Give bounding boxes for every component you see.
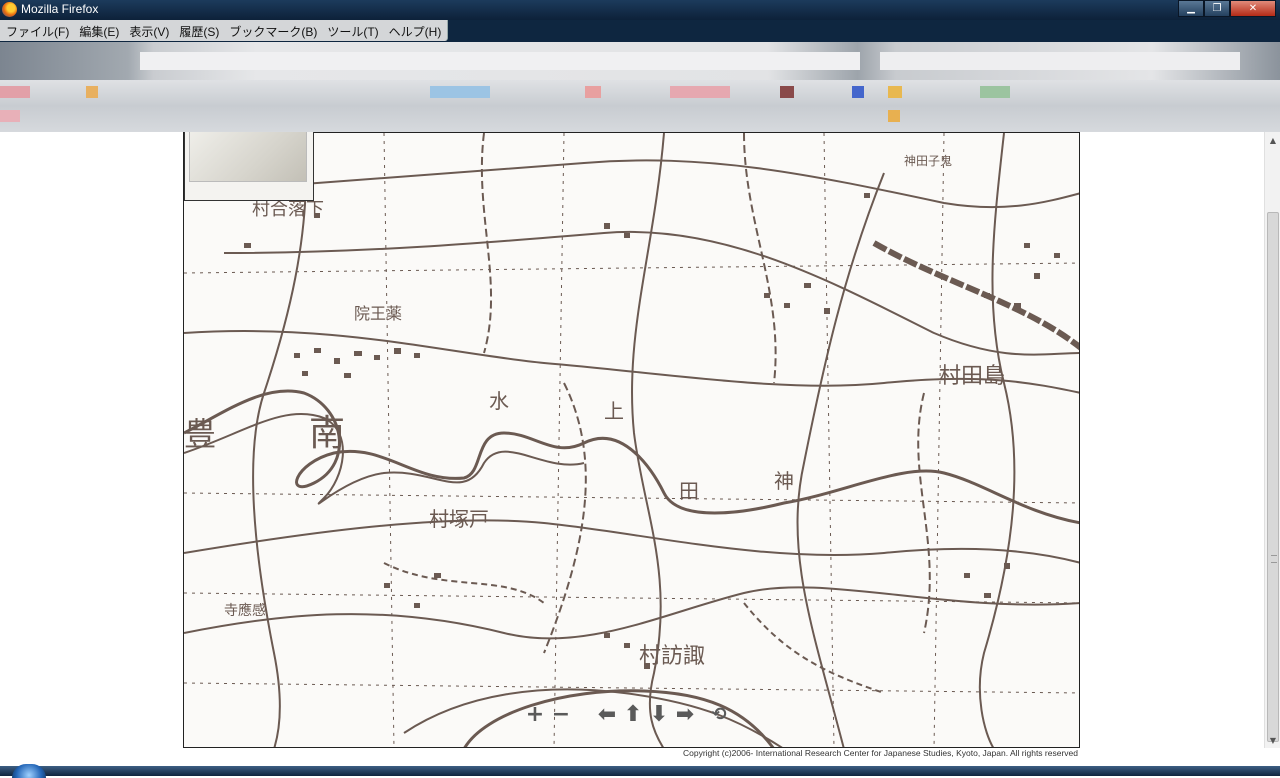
- bookmark-item[interactable]: [0, 86, 30, 98]
- zoom-in-button[interactable]: +: [524, 704, 546, 726]
- menu-tools[interactable]: ツール(T): [323, 20, 384, 41]
- window-title: Mozilla Firefox: [21, 2, 99, 16]
- restore-button[interactable]: ❐: [1204, 0, 1230, 17]
- bookmark-item[interactable]: [670, 86, 730, 98]
- menu-bar: ファイル(F) 編集(E) 表示(V) 履歴(S) ブックマーク(B) ツール(…: [0, 20, 1280, 42]
- map-label-kannoji: 寺應感: [224, 602, 266, 619]
- bookmark-item[interactable]: [86, 86, 98, 98]
- bookmark-item[interactable]: [888, 86, 902, 98]
- zoom-out-button[interactable]: −: [550, 704, 572, 726]
- bookmark-item[interactable]: [430, 86, 490, 98]
- navigation-toolbar: [0, 42, 1280, 80]
- copyright-notice: Copyright (c)2006- International Researc…: [683, 748, 1078, 758]
- pan-left-button[interactable]: ⬅: [596, 704, 618, 726]
- bookmark-item[interactable]: [852, 86, 864, 98]
- menu-history[interactable]: 履歴(S): [175, 20, 225, 41]
- scroll-up-arrow-icon[interactable]: ▲: [1265, 132, 1280, 148]
- pan-down-button[interactable]: ⬇: [648, 704, 670, 726]
- map-label-toyo: 豊: [184, 415, 216, 453]
- bookmark-item[interactable]: [0, 110, 20, 122]
- bookmark-item[interactable]: [585, 86, 601, 98]
- minimize-button[interactable]: ▁: [1178, 0, 1204, 17]
- map-label-kishimojin: 神田子鬼: [904, 153, 952, 168]
- bookmarks-toolbar: [0, 80, 1280, 132]
- map-viewer[interactable]: 村合落下 院王薬 村田島 南 豊 水 上 田 神 村塚戸 寺應感 村訪諏 神田子…: [183, 132, 1080, 748]
- address-bar[interactable]: [140, 52, 860, 70]
- window-controls: ▁ ❐ ✕: [1178, 0, 1276, 18]
- menu-edit[interactable]: 編集(E): [75, 20, 125, 41]
- overview-map[interactable]: [184, 132, 314, 201]
- menu-items: ファイル(F) 編集(E) 表示(V) 履歴(S) ブックマーク(B) ツール(…: [0, 20, 449, 41]
- window-titlebar: Mozilla Firefox ▁ ❐ ✕: [0, 0, 1280, 20]
- menu-file[interactable]: ファイル(F): [2, 20, 75, 41]
- map-label-yakuoin: 院王薬: [354, 304, 402, 323]
- menu-help[interactable]: ヘルプ(H): [385, 20, 448, 41]
- map-image: 村合落下 院王薬 村田島 南 豊 水 上 田 神 村塚戸 寺應感 村訪諏 神田子…: [184, 133, 1079, 747]
- map-label-shimoochiai: 村合落下: [252, 199, 324, 220]
- menu-bookmarks[interactable]: ブックマーク(B): [225, 20, 323, 41]
- pan-right-button[interactable]: ➡: [674, 704, 696, 726]
- map-label-ue: 上: [604, 399, 624, 423]
- search-bar[interactable]: [880, 52, 1240, 70]
- vertical-scrollbar[interactable]: ▲ ▼: [1264, 132, 1280, 748]
- taskbar: [0, 766, 1280, 776]
- map-label-totsukamura: 村塚戸: [429, 507, 489, 531]
- bookmark-item[interactable]: [888, 110, 900, 122]
- bookmark-item[interactable]: [980, 86, 1010, 98]
- close-button[interactable]: ✕: [1230, 0, 1276, 17]
- scroll-grip: [1271, 555, 1277, 563]
- scroll-thumb[interactable]: [1267, 212, 1279, 742]
- pan-up-button[interactable]: ⬆: [622, 704, 644, 726]
- firefox-icon: [2, 2, 17, 17]
- map-label-takadamura: 村田島: [939, 364, 1005, 389]
- map-label-kami: 神: [774, 469, 794, 493]
- bookmark-item[interactable]: [780, 86, 794, 98]
- map-label-suwamura: 村訪諏: [639, 644, 705, 669]
- overview-thumbnail: [189, 132, 307, 182]
- reset-view-button[interactable]: ⟲: [708, 704, 730, 726]
- map-label-minami: 南: [309, 413, 345, 454]
- map-label-ta: 田: [679, 479, 699, 503]
- map-label-mizu: 水: [489, 389, 509, 413]
- menu-view[interactable]: 表示(V): [125, 20, 175, 41]
- scroll-down-arrow-icon[interactable]: ▼: [1265, 732, 1280, 748]
- map-nav-controls: + − ⬅ ⬆ ⬇ ➡ ⟲: [524, 698, 730, 732]
